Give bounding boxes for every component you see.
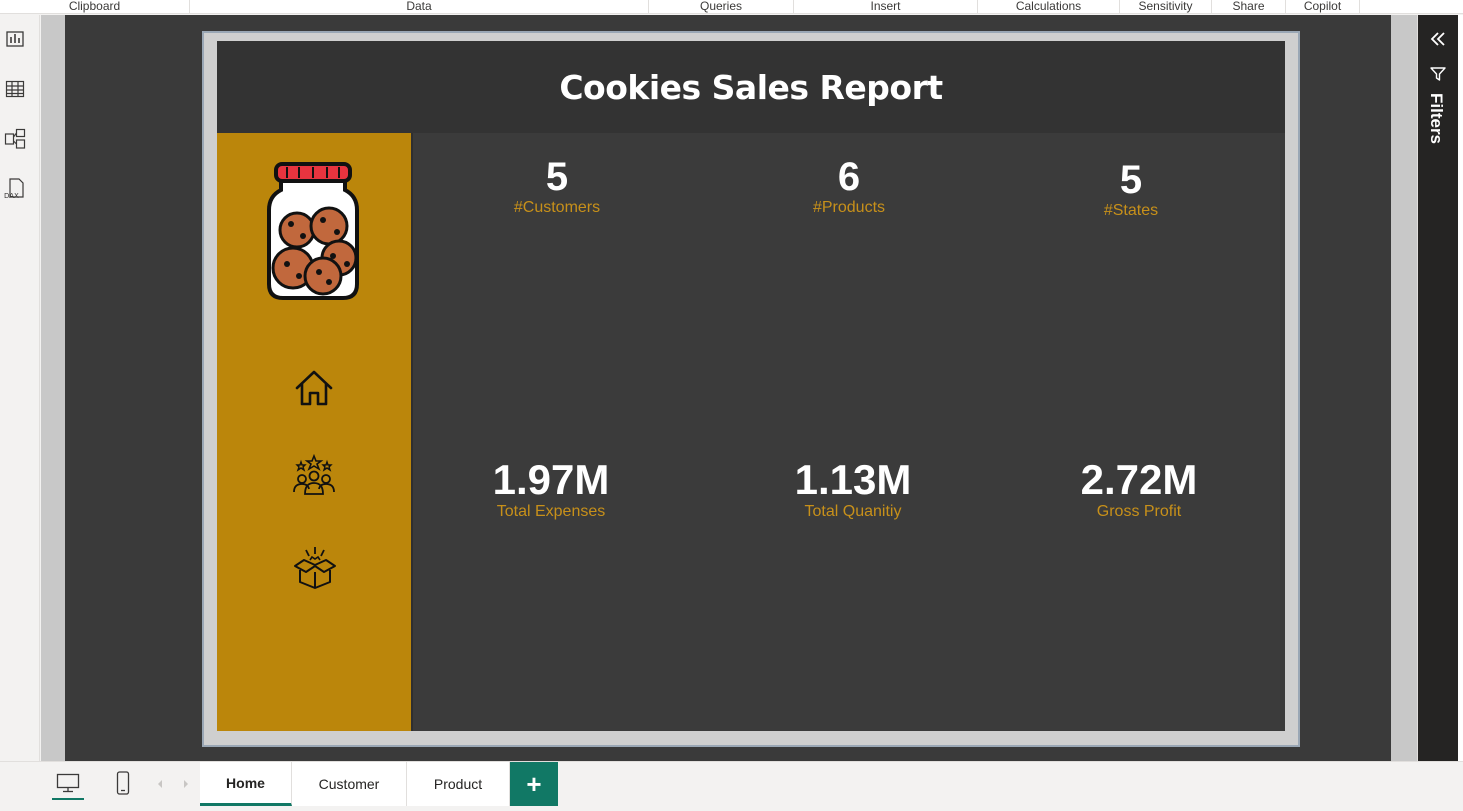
kpi-total-quantity-card[interactable]: 1.13M Total Quanitiy	[763, 459, 943, 520]
kpi-total-expenses-label: Total Expenses	[496, 503, 606, 520]
report-page[interactable]: Cookies Sales Report 5 #Customers 6 #Pro…	[217, 41, 1285, 731]
model-view-icon	[4, 128, 26, 149]
ribbon-group-calculations: Calculations	[978, 0, 1120, 14]
customers-icon	[293, 454, 335, 495]
kpi-total-expenses-card[interactable]: 1.97M Total Expenses	[461, 459, 641, 520]
kpi-products-card[interactable]: 6 #Products	[779, 157, 919, 216]
mobile-phone-icon	[116, 771, 130, 795]
chevron-right-icon	[184, 780, 188, 788]
home-icon	[295, 370, 333, 406]
canvas-background: Cookies Sales Report 5 #Customers 6 #Pro…	[65, 15, 1391, 761]
kpi-gross-profit-value: 2.72M	[1080, 456, 1198, 503]
kpi-total-expenses-value: 1.97M	[492, 456, 610, 503]
dax-query-icon: DAX	[4, 178, 24, 200]
page-tab-bar: Home Customer Product +	[0, 761, 1463, 811]
expand-filters-button[interactable]	[1426, 27, 1450, 51]
nav-home-button[interactable]	[291, 365, 337, 411]
kpi-gross-profit-card[interactable]: 2.72M Gross Profit	[1049, 459, 1229, 520]
kpi-states-label: #States	[1103, 202, 1159, 219]
report-header: Cookies Sales Report	[217, 41, 1285, 133]
double-chevron-left-icon	[1430, 32, 1445, 46]
ribbon-group-clipboard: Clipboard	[0, 0, 190, 14]
kpi-customers-value: 5	[545, 155, 569, 199]
view-switcher: DAX	[0, 15, 40, 761]
report-view-button[interactable]	[3, 27, 27, 51]
desktop-monitor-icon	[56, 773, 80, 793]
cookie-jar-icon	[263, 160, 363, 302]
table-view-icon	[5, 80, 25, 98]
ribbon-group-copilot: Copilot	[1286, 0, 1360, 14]
ribbon-group-queries: Queries	[649, 0, 794, 14]
kpi-total-quantity-value: 1.13M	[794, 456, 912, 503]
kpi-products-label: #Products	[812, 199, 886, 216]
report-view-icon	[6, 31, 24, 47]
kpi-states-card[interactable]: 5 #States	[1061, 160, 1201, 219]
chevron-left-icon	[158, 780, 162, 788]
filters-pane-collapsed: Filters	[1418, 15, 1458, 761]
nav-customers-button[interactable]	[291, 453, 337, 497]
nav-product-button[interactable]	[291, 543, 339, 591]
desktop-layout-button[interactable]	[52, 768, 84, 800]
kpi-customers-card[interactable]: 5 #Customers	[487, 157, 627, 216]
tab-product[interactable]: Product	[407, 762, 510, 806]
previous-page-button[interactable]	[152, 774, 168, 794]
dax-label: DAX	[4, 192, 19, 200]
ribbon-group-data: Data	[190, 0, 649, 14]
tab-customer[interactable]: Customer	[292, 762, 407, 806]
mobile-layout-button[interactable]	[110, 768, 136, 798]
ribbon-group-labels: Clipboard Data Queries Insert Calculatio…	[0, 0, 1463, 14]
navigation-sidebar	[217, 133, 413, 731]
kpi-products-value: 6	[837, 155, 861, 199]
filters-label: Filters	[1427, 93, 1446, 145]
kpi-total-quantity-label: Total Quanitiy	[804, 503, 902, 520]
report-title: Cookies Sales Report	[559, 67, 943, 107]
report-canvas-area: Cookies Sales Report 5 #Customers 6 #Pro…	[41, 15, 1417, 761]
tab-home[interactable]: Home	[200, 762, 292, 806]
table-view-button[interactable]	[3, 77, 27, 101]
kpi-states-value: 5	[1119, 158, 1143, 202]
kpi-gross-profit-label: Gross Profit	[1096, 503, 1182, 520]
dax-query-view-button[interactable]: DAX	[3, 177, 27, 201]
product-box-icon	[294, 547, 336, 589]
filters-pane[interactable]: Filters	[1417, 15, 1463, 761]
ribbon-group-sensitivity: Sensitivity	[1120, 0, 1212, 14]
kpi-customers-label: #Customers	[513, 199, 601, 216]
ribbon-group-insert: Insert	[794, 0, 978, 14]
add-page-button[interactable]: +	[510, 762, 558, 806]
filter-icon	[1430, 67, 1446, 81]
next-page-button[interactable]	[178, 774, 194, 794]
model-view-button[interactable]	[3, 127, 27, 151]
ribbon-group-share: Share	[1212, 0, 1286, 14]
